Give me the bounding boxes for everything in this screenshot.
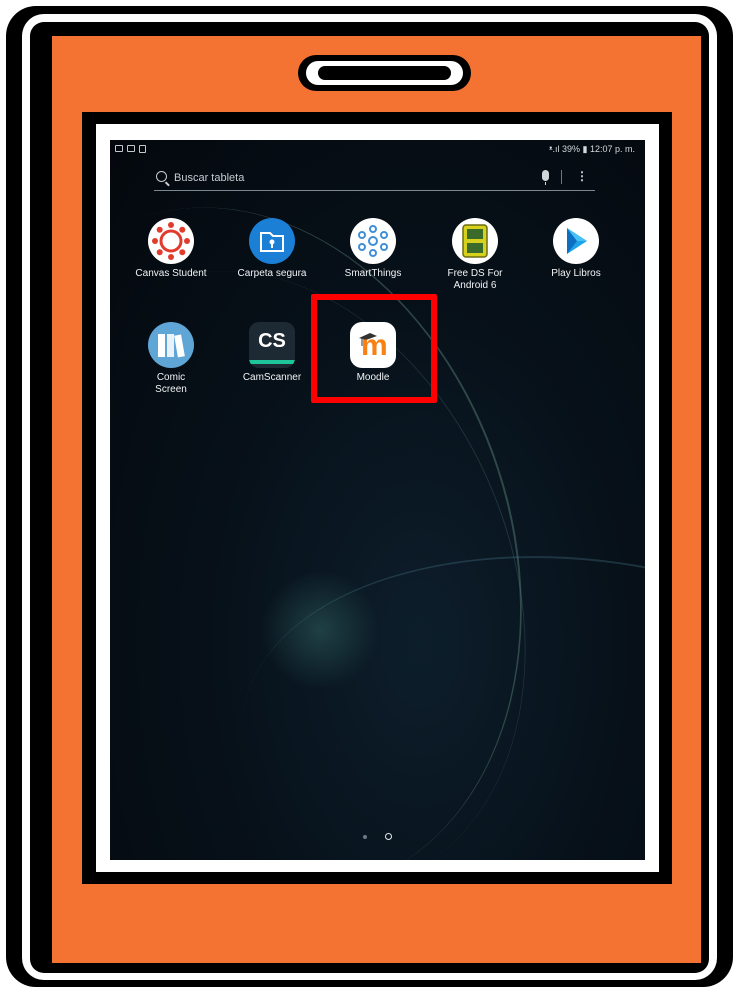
camscanner-glyph: CS — [258, 330, 286, 352]
app-canvas-student[interactable]: Canvas Student — [126, 218, 216, 280]
app-drawer-screen: ᵜ.ıl 39% ▮ 12:07 p. m. ⋮ Canvas Student — [110, 140, 645, 860]
secure-folder-icon — [249, 218, 295, 264]
wallpaper-glow — [260, 570, 380, 690]
app-label: Free DS For Android 6 — [447, 268, 503, 291]
gallery-notification-icon — [115, 145, 123, 152]
search-icon — [156, 171, 167, 182]
app-smartthings[interactable]: SmartThings — [328, 218, 418, 280]
status-indicators: ᵜ.ıl 39% ▮ 12:07 p. m. — [548, 144, 635, 154]
app-label: Comic Screen — [155, 372, 187, 395]
app-play-libros[interactable]: Play Libros — [531, 218, 621, 280]
search-bar[interactable]: ⋮ — [154, 167, 595, 191]
tablet-speaker-slot — [318, 66, 451, 80]
ds-emulator-icon — [452, 218, 498, 264]
smartthings-icon — [350, 218, 396, 264]
search-input[interactable] — [174, 169, 534, 187]
comic-screen-icon — [148, 322, 194, 368]
screenshot-notification-icon — [127, 145, 135, 152]
canvas-icon — [148, 218, 194, 264]
app-label: SmartThings — [344, 268, 402, 279]
camscanner-icon: CS — [249, 322, 295, 368]
status-bar: ᵜ.ıl 39% ▮ 12:07 p. m. — [110, 140, 645, 158]
play-books-icon — [553, 218, 599, 264]
app-camscanner[interactable]: CS CamScanner — [227, 322, 317, 384]
page-indicator[interactable] — [110, 828, 645, 841]
app-label: Canvas Student — [135, 268, 207, 279]
storage-notification-icon — [139, 145, 146, 153]
search-divider — [561, 170, 562, 184]
page-dot[interactable] — [362, 834, 367, 839]
app-label: Play Libros — [551, 268, 601, 279]
app-comic-screen[interactable]: Comic Screen — [126, 322, 216, 396]
page-dot-active[interactable] — [385, 833, 393, 841]
camscanner-stripe — [249, 360, 295, 364]
highlight-box — [311, 294, 437, 403]
microphone-icon[interactable] — [542, 170, 549, 185]
app-free-ds[interactable]: Free DS For Android 6 — [430, 218, 520, 292]
app-carpeta-segura[interactable]: Carpeta segura — [227, 218, 317, 280]
wallpaper-wave — [215, 513, 645, 860]
app-label: CamScanner — [242, 372, 302, 383]
app-label: Carpeta segura — [237, 268, 307, 279]
more-options-icon[interactable]: ⋮ — [576, 167, 588, 185]
